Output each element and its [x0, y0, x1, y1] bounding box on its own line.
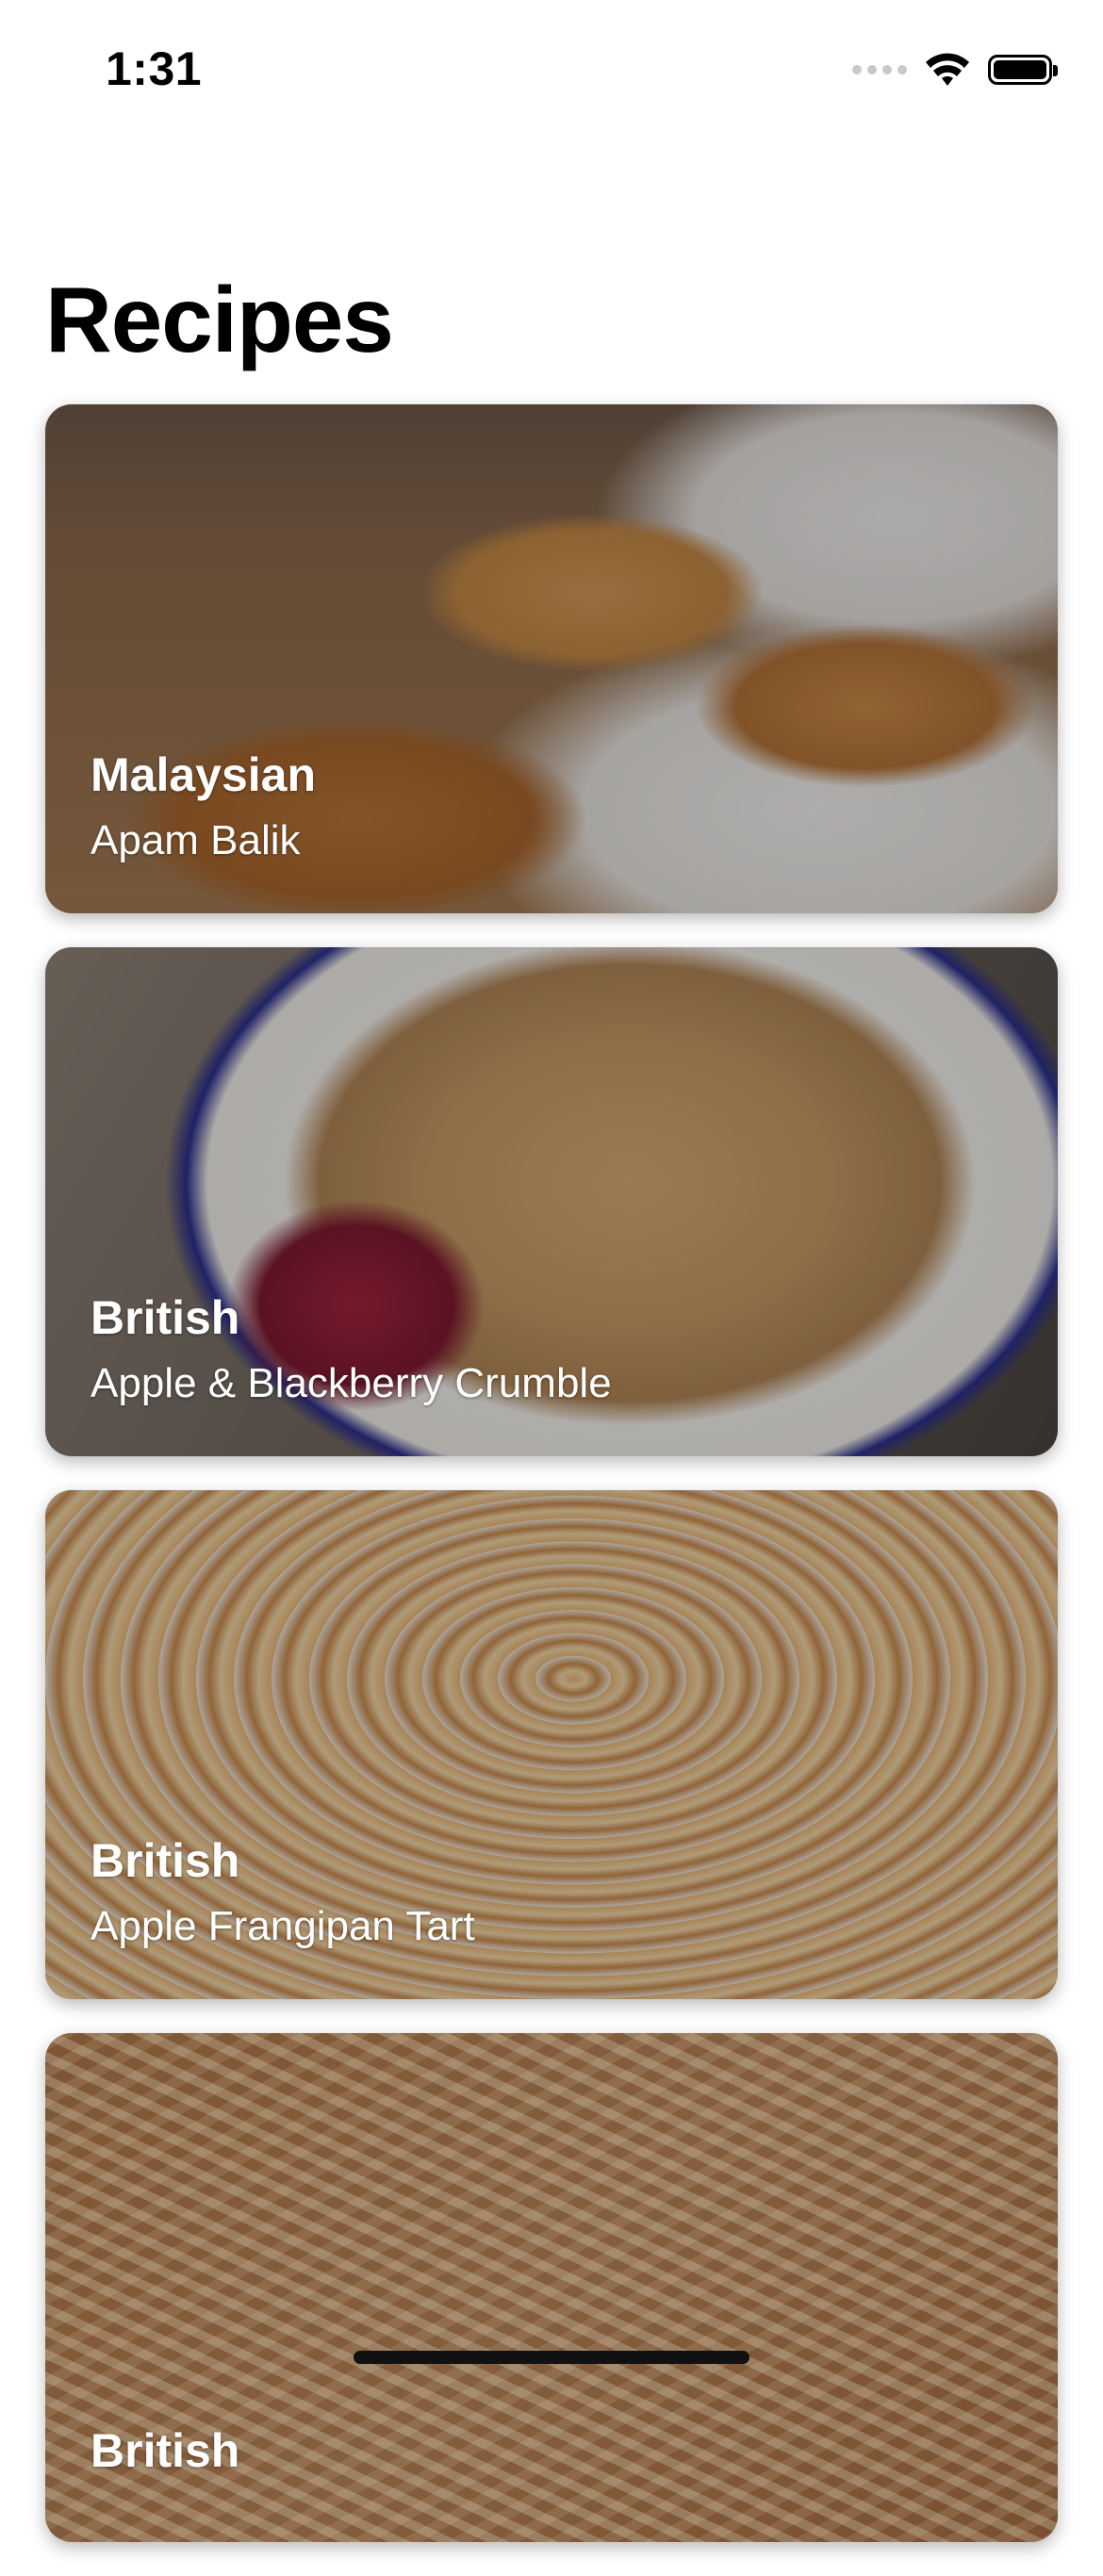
recipe-name: Apple & Blackberry Crumble [91, 1360, 612, 1406]
recipe-card[interactable]: British [45, 2033, 1058, 2542]
home-indicator[interactable] [354, 2351, 749, 2364]
recipe-cuisine: British [91, 1291, 240, 1344]
recipe-cuisine: British [91, 1834, 240, 1887]
recipe-cuisine: British [91, 2424, 240, 2477]
recipe-name: Apple Frangipan Tart [91, 1903, 475, 1949]
recipe-card[interactable]: Malaysian Apam Balik [45, 404, 1058, 913]
status-time: 1:31 [106, 42, 203, 95]
battery-icon [988, 55, 1058, 85]
recipe-cuisine: Malaysian [91, 748, 317, 801]
status-icons [852, 49, 1058, 90]
cellular-signal-icon [852, 65, 907, 74]
page-title: Recipes [45, 268, 394, 371]
status-bar: 1:31 [0, 0, 1103, 141]
recipe-card[interactable]: British Apple & Blackberry Crumble [45, 947, 1058, 1456]
wifi-icon [926, 53, 969, 86]
recipe-card[interactable]: British Apple Frangipan Tart [45, 1490, 1058, 1999]
recipe-list: Malaysian Apam Balik British Apple & Bla… [45, 404, 1058, 2576]
recipe-name: Apam Balik [91, 817, 301, 863]
